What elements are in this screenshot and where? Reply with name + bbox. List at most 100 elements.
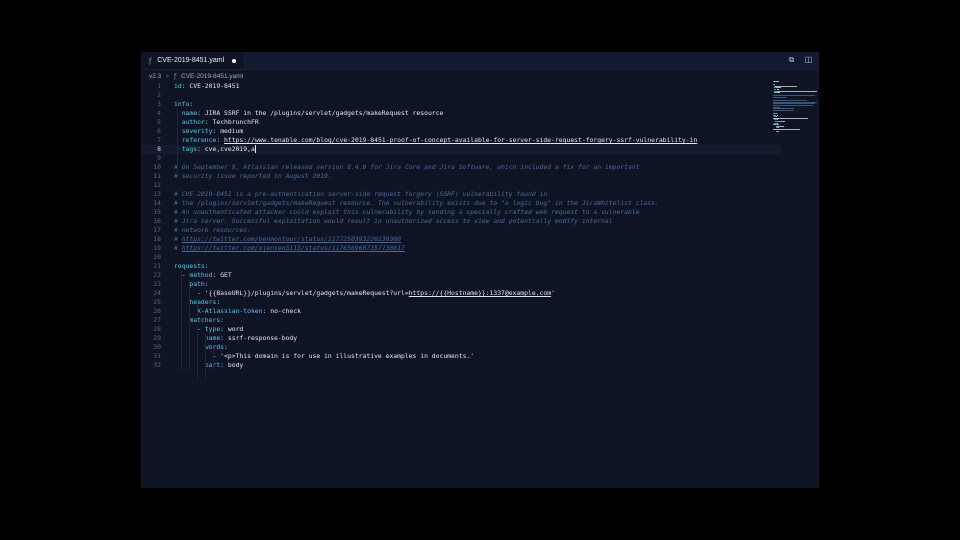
breadcrumb-version[interactable]: v2.3 <box>149 73 161 80</box>
chevron-right-icon: > <box>165 72 170 80</box>
code-text: - method: GET <box>181 271 232 279</box>
breadcrumb-file[interactable]: CVE-2019-8451.yaml <box>181 73 243 80</box>
text-cursor <box>254 145 256 153</box>
code-line[interactable]: 26 X-Atlassian-token: no-check <box>141 307 781 316</box>
code-line[interactable]: 4 name: JIRA SSRF in the /plugins/servle… <box>141 109 781 118</box>
code-text: # network resources. <box>174 226 251 234</box>
code-line[interactable]: 19 # https://twitter.com/ojensen5115/stat… <box>141 244 781 253</box>
minimap-line <box>777 125 785 127</box>
code-line[interactable]: 15 # An unauthenticated attacker could ex… <box>141 208 781 217</box>
minimap-line <box>777 130 780 132</box>
code-line[interactable]: 14 # the /plugins/servlet/gadgets/makeReq… <box>141 199 781 208</box>
code-text: part: body <box>205 361 244 369</box>
code-text: path: <box>189 280 209 288</box>
line-number: 31 <box>153 352 161 360</box>
code-text: # Jira server. Successful exploitation w… <box>174 217 613 225</box>
code-line[interactable]: 2 <box>141 91 781 100</box>
minimap-line <box>794 117 808 119</box>
code-line[interactable]: 10 # On September 9, Atlassian released v… <box>141 163 781 172</box>
code-text: # An unauthenticated attacker could expl… <box>174 208 640 216</box>
code-line[interactable]: 20 <box>141 253 781 262</box>
code-text: # https://twitter.com/benmontour/status/… <box>174 235 402 243</box>
yaml-file-icon: ƒ <box>148 56 153 65</box>
code-text: name: ssrf-response-body <box>204 334 298 342</box>
tab-title: CVE-2019-8451.yaml <box>157 57 225 64</box>
line-number: 21 <box>153 262 161 270</box>
editor-window: ƒ CVE-2019-8451.yaml ⧉ ◫ v2.3 > ƒ CVE-20… <box>141 52 819 488</box>
code-text: - '{{BaseURL}}/plugins/servlet/gadgets/m… <box>197 289 555 297</box>
code-text: # security issue reported in August 2019… <box>174 172 332 180</box>
code-line[interactable]: 3 info: <box>141 100 781 109</box>
code-line[interactable]: 21 requests: <box>141 262 781 271</box>
code-line[interactable]: 24 - '{{BaseURL}}/plugins/servlet/gadget… <box>141 289 781 298</box>
code-text: # On September 9, Atlassian released ver… <box>174 163 640 171</box>
code-text: # https://twitter.com/ojensen5115/status… <box>174 244 405 252</box>
line-number: 3 <box>157 100 161 108</box>
line-number: 26 <box>153 307 161 315</box>
code-line[interactable]: 32 part: body <box>141 361 781 370</box>
code-text: X-Atlassian-token: no-check <box>197 307 301 315</box>
code-line[interactable]: 18 # https://twitter.com/benmontour/statu… <box>141 235 781 244</box>
line-number: 7 <box>157 136 161 144</box>
code-line[interactable]: 7 reference: https://www.tenable.com/blo… <box>141 136 781 145</box>
code-line[interactable]: 13 # CVE-2019-8451 is a pre-authenticatio… <box>141 190 781 199</box>
code-text: # CVE-2019-8451 is a pre-authentication … <box>174 190 548 198</box>
code-text: words: <box>204 343 228 351</box>
line-number: 14 <box>153 199 161 207</box>
code-text: name: JIRA SSRF in the /plugins/servlet/… <box>181 109 444 117</box>
code-line[interactable]: 6 severity: medium <box>141 127 781 136</box>
code-line[interactable]: 1 id: CVE-2019-8451 <box>141 82 781 91</box>
line-number: 6 <box>157 127 161 135</box>
code-line[interactable]: 12 <box>141 181 781 190</box>
line-number: 1 <box>157 82 161 90</box>
line-number: 25 <box>153 298 161 306</box>
indent-guide <box>213 352 214 370</box>
code-line[interactable]: 29 name: ssrf-response-body <box>141 334 781 343</box>
code-line[interactable]: 5 author: TechbrunchFR <box>141 118 781 127</box>
code-line[interactable]: 25 headers: <box>141 298 781 307</box>
split-editor-icon[interactable]: ⧉ <box>787 55 796 64</box>
code-line[interactable]: 8 tags: cve,cve2019,a <box>141 145 781 154</box>
code-text: requests: <box>174 262 209 270</box>
minimap-line <box>781 121 785 122</box>
code-line[interactable]: 11 # security issue reported in August 20… <box>141 172 781 181</box>
code-line[interactable]: 9 <box>141 154 781 163</box>
editor-actions: ⧉ ◫ <box>787 55 813 64</box>
line-number: 16 <box>153 217 161 225</box>
code-text: author: TechbrunchFR <box>181 118 259 126</box>
code-line[interactable]: 17 # network resources. <box>141 226 781 235</box>
code-line[interactable]: 23 path: <box>141 280 781 289</box>
code-editor[interactable]: 1 id: CVE-2019-8451 2 3 info: 4 name: JIRA SS… <box>141 80 781 480</box>
toggle-layout-icon[interactable]: ◫ <box>804 55 813 64</box>
indent-guide <box>197 325 198 379</box>
code-line[interactable]: 31 - '<p>This domain is for use in illus… <box>141 352 781 361</box>
line-number: 9 <box>157 154 161 162</box>
line-number: 22 <box>153 271 161 279</box>
minimap[interactable] <box>771 79 819 139</box>
minimap-line <box>777 114 779 116</box>
minimap-line <box>773 109 794 111</box>
minimap-line <box>774 81 779 82</box>
code-line[interactable]: 28 - type: word <box>141 325 781 334</box>
indent-guide <box>177 109 178 172</box>
code-line[interactable]: 27 matchers: <box>141 316 781 325</box>
code-text: - '<p>This domain is for use in illustra… <box>212 352 475 360</box>
code-line[interactable]: 30 words: <box>141 343 781 352</box>
tab-cve-2019-8451[interactable]: ƒ CVE-2019-8451.yaml <box>141 52 246 69</box>
line-number: 29 <box>153 334 161 342</box>
indent-guide <box>181 271 182 370</box>
line-number: 8 <box>157 145 161 153</box>
code-line[interactable]: 22 - method: GET <box>141 271 781 280</box>
indent-guide <box>205 334 206 379</box>
line-number: 10 <box>153 163 161 171</box>
line-number: 12 <box>153 181 161 189</box>
line-number: 11 <box>153 172 161 180</box>
minimap-line <box>775 117 795 119</box>
code-text: tags: cve,cve2019,a <box>181 145 256 153</box>
line-number: 30 <box>153 343 161 351</box>
line-number: 4 <box>157 109 161 117</box>
line-number: 27 <box>153 316 161 324</box>
code-line[interactable]: 16 # Jira server. Successful exploitation… <box>141 217 781 226</box>
line-number: 28 <box>153 325 161 333</box>
indent-guide <box>197 298 198 316</box>
